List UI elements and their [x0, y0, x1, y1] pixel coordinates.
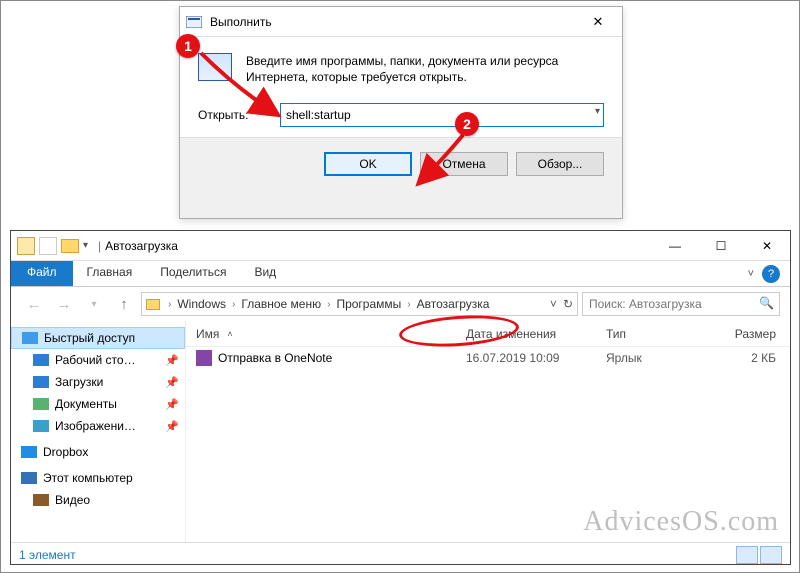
tab-file[interactable]: Файл	[11, 261, 73, 286]
file-type: Ярлык	[606, 351, 716, 365]
view-details-button[interactable]	[736, 546, 758, 564]
list-item[interactable]: Отправка в OneNote 16.07.2019 10:09 Ярлы…	[186, 347, 790, 369]
sidebar-item-quick-access[interactable]: Быстрый доступ	[11, 327, 185, 349]
breadcrumb-sep-icon[interactable]: ›	[232, 299, 235, 310]
run-icon	[186, 16, 202, 28]
title-separator: |	[98, 239, 101, 253]
sidebar-item-this-pc[interactable]: Этот компьютер	[11, 467, 185, 489]
breadcrumb-seg-3[interactable]: Автозагрузка	[417, 297, 490, 311]
sidebar-item-label: Этот компьютер	[43, 471, 133, 485]
sidebar-item-downloads[interactable]: Загрузки 📌	[11, 371, 185, 393]
run-description: Введите имя программы, папки, документа …	[246, 53, 604, 85]
file-date: 16.07.2019 10:09	[466, 351, 606, 365]
breadcrumb-sep-icon[interactable]: ›	[168, 299, 171, 310]
sidebar: Быстрый доступ Рабочий сто… 📌 Загрузки 📌 Д…	[11, 321, 186, 542]
nav-back-button[interactable]: ←	[21, 291, 47, 317]
nav-up-button[interactable]: ↑	[111, 291, 137, 317]
qat-item-icon[interactable]	[39, 237, 57, 255]
col-size[interactable]: Размер	[716, 327, 786, 341]
nav-history-chevron-icon[interactable]: ▾	[81, 291, 107, 317]
sort-asc-icon: ˄	[227, 329, 232, 339]
tab-home[interactable]: Главная	[73, 261, 147, 286]
sidebar-item-label: Рабочий сто…	[55, 353, 136, 367]
run-titlebar[interactable]: Выполнить ✕	[180, 7, 622, 37]
dropbox-icon	[21, 446, 37, 458]
addr-chevron-down-icon[interactable]: ˅	[550, 297, 557, 311]
run-footer: OK Отмена Обзор...	[180, 137, 622, 190]
run-title: Выполнить	[210, 15, 580, 29]
sidebar-item-label: Быстрый доступ	[44, 331, 135, 345]
arrow-1	[195, 47, 295, 127]
pin-icon: 📌	[165, 354, 179, 367]
addr-folder-icon	[146, 299, 160, 310]
pin-icon: 📌	[165, 376, 179, 389]
explorer-titlebar[interactable]: ▾ | Автозагрузка — ☐ ✕	[11, 231, 790, 261]
sidebar-item-label: Dropbox	[43, 445, 88, 459]
sidebar-item-dropbox[interactable]: Dropbox	[11, 441, 185, 463]
breadcrumb-seg-2[interactable]: Программы	[336, 297, 401, 311]
pin-icon: 📌	[165, 398, 179, 411]
folder-small-icon	[17, 237, 35, 255]
onenote-icon	[196, 350, 212, 366]
sidebar-item-label: Изображени…	[55, 419, 136, 433]
maximize-button[interactable]: ☐	[698, 231, 744, 260]
view-large-button[interactable]	[760, 546, 782, 564]
breadcrumb-seg-0[interactable]: Windows	[177, 297, 226, 311]
search-input[interactable]	[582, 292, 780, 316]
breadcrumb-seg-1[interactable]: Главное меню	[241, 297, 321, 311]
desktop-icon	[33, 354, 49, 366]
star-icon	[22, 332, 38, 344]
sidebar-item-label: Документы	[55, 397, 117, 411]
refresh-icon[interactable]: ↻	[563, 297, 573, 311]
qat-chevron-icon[interactable]: ▾	[83, 240, 88, 251]
videos-icon	[33, 494, 49, 506]
annotation-badge-1: 1	[176, 34, 200, 58]
pin-icon: 📌	[165, 420, 179, 433]
address-bar[interactable]: › Windows › Главное меню › Программы › А…	[141, 292, 578, 316]
browse-button[interactable]: Обзор...	[516, 152, 604, 176]
address-row: ← → ▾ ↑ › Windows › Главное меню › Прогр…	[11, 287, 790, 321]
quick-access-toolbar: ▾	[17, 237, 88, 255]
annotation-badge-2: 2	[455, 112, 479, 136]
col-type[interactable]: Тип	[606, 327, 716, 341]
sidebar-item-label: Загрузки	[55, 375, 103, 389]
close-button[interactable]: ✕	[744, 231, 790, 260]
downloads-icon	[33, 376, 49, 388]
status-bar: 1 элемент	[11, 542, 790, 566]
documents-icon	[33, 398, 49, 410]
sidebar-item-documents[interactable]: Документы 📌	[11, 393, 185, 415]
help-icon[interactable]: ?	[762, 265, 780, 283]
breadcrumb-sep-icon[interactable]: ›	[407, 299, 410, 310]
file-size: 2 КБ	[716, 351, 786, 365]
chevron-down-icon[interactable]: ▾	[595, 106, 600, 117]
file-name: Отправка в OneNote	[218, 351, 332, 365]
tab-view[interactable]: Вид	[240, 261, 290, 286]
ribbon-collapse-icon[interactable]: ˅	[748, 268, 754, 280]
breadcrumb-sep-icon[interactable]: ›	[327, 299, 330, 310]
nav-forward-button[interactable]: →	[51, 291, 77, 317]
ok-button[interactable]: OK	[324, 152, 412, 176]
pc-icon	[21, 472, 37, 484]
watermark: AdvicesOS.com	[583, 506, 779, 538]
pictures-icon	[33, 420, 49, 432]
open-input[interactable]	[280, 103, 604, 127]
status-text: 1 элемент	[19, 548, 76, 562]
ribbon-tabs: Файл Главная Поделиться Вид ˅ ?	[11, 261, 790, 287]
close-icon[interactable]: ✕	[580, 14, 616, 30]
tab-share[interactable]: Поделиться	[146, 261, 240, 286]
sidebar-item-desktop[interactable]: Рабочий сто… 📌	[11, 349, 185, 371]
search-icon[interactable]: 🔍	[759, 296, 774, 310]
explorer-title: Автозагрузка	[105, 239, 178, 253]
sidebar-item-label: Видео	[55, 493, 90, 507]
folder-icon	[61, 239, 79, 253]
minimize-button[interactable]: —	[652, 231, 698, 260]
sidebar-item-pictures[interactable]: Изображени… 📌	[11, 415, 185, 437]
arrow-2	[415, 131, 475, 191]
sidebar-item-videos[interactable]: Видео	[11, 489, 185, 511]
